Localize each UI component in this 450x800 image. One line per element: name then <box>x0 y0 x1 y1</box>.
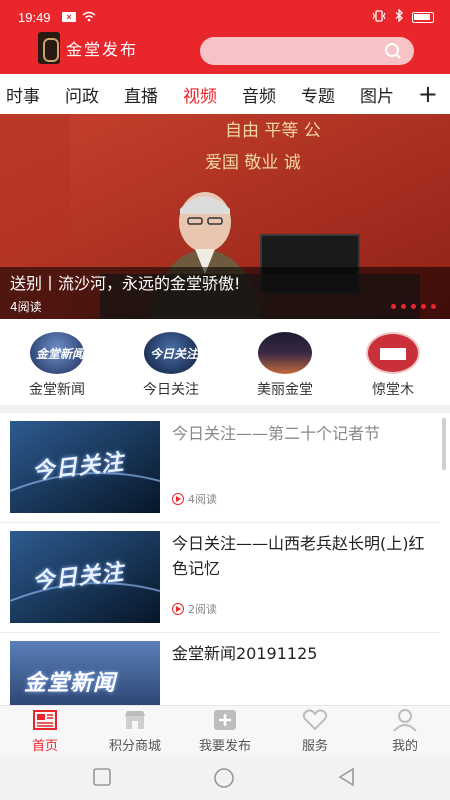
carousel-dot[interactable] <box>421 304 426 309</box>
carousel-dot[interactable] <box>411 304 416 309</box>
tab-wenzheng[interactable]: 问政 <box>65 82 118 107</box>
bottom-tab-label: 我的 <box>391 739 418 754</box>
category-tabs: 时事 问政 直播 视频 音频 专题 图片 + <box>0 74 450 114</box>
banner-reads: 4阅读 <box>10 300 42 314</box>
scrollbar[interactable] <box>442 418 446 470</box>
channel-beautiful-jintang-icon <box>258 332 312 374</box>
battery-icon <box>412 12 434 23</box>
bottom-tab-service[interactable]: 服务 <box>270 708 360 754</box>
status-bar: 19:49 × <box>0 0 450 34</box>
play-icon <box>172 603 184 615</box>
banner-carousel[interactable]: 自由 平等 公 爱国 敬业 诚 送别丨流沙河，永远的金堂骄傲! 4阅读 <box>0 114 450 319</box>
carousel-dot[interactable] <box>431 304 436 309</box>
bottom-tab-label: 我要发布 <box>198 739 251 754</box>
bottom-tab-publish[interactable]: 我要发布 <box>180 708 270 754</box>
bottom-tab-label: 积分商城 <box>108 739 161 754</box>
channel-today-focus-icon: 今日关注 <box>144 332 198 374</box>
channel-row: 金堂新闻 金堂新闻 今日关注 今日关注 美丽金堂 惊堂木 <box>0 326 450 406</box>
wifi-icon <box>82 11 96 26</box>
news-thumbnail: 今日关注 <box>10 421 160 513</box>
app-screen: 19:49 × 金堂发布 时事 问政 直播 视频 音频 专题 图片 + 自由 平… <box>0 0 450 800</box>
channel-label: 金堂新闻 <box>29 382 85 398</box>
banner-bg-text-2: 爱国 敬业 诚 <box>205 153 301 173</box>
carousel-dot[interactable] <box>401 304 406 309</box>
banner-title[interactable]: 送别丨流沙河，永远的金堂骄傲! <box>10 270 240 294</box>
thumbnail-text: 金堂新闻 <box>24 671 117 696</box>
system-nav-bar <box>0 755 450 800</box>
recent-apps-icon[interactable] <box>92 767 112 791</box>
heart-icon <box>302 708 328 732</box>
add-tab-icon[interactable]: + <box>418 80 438 108</box>
channel-today-focus[interactable]: 今日关注 今日关注 <box>126 332 216 399</box>
channel-jintang-news-icon: 金堂新闻 <box>30 332 84 374</box>
app-logo <box>38 32 60 64</box>
play-icon <box>172 493 184 505</box>
header: 19:49 × 金堂发布 <box>0 0 450 74</box>
news-thumbnail: 今日关注 <box>10 531 160 623</box>
brand: 金堂发布 <box>38 32 138 64</box>
home-circle-icon[interactable] <box>213 767 235 793</box>
channel-label: 惊堂木 <box>372 382 414 398</box>
banner-bg-text-1: 自由 平等 公 <box>225 121 321 141</box>
search-icon[interactable] <box>384 42 402 64</box>
home-news-icon <box>32 708 58 732</box>
bottom-tab-points-mall[interactable]: 积分商城 <box>90 708 180 754</box>
notification-icon: × <box>62 12 76 22</box>
svg-text:金堂新闻: 金堂新闻 <box>36 347 84 361</box>
svg-text:今日关注: 今日关注 <box>150 347 198 361</box>
channel-label: 今日关注 <box>143 382 199 398</box>
channel-jingtangmu[interactable]: 惊堂木 <box>348 332 438 399</box>
bottom-tab-label: 服务 <box>301 739 328 754</box>
tab-shipin[interactable]: 视频 <box>183 82 236 107</box>
tab-zhibo[interactable]: 直播 <box>124 82 177 107</box>
channel-label: 美丽金堂 <box>257 382 313 398</box>
bottom-tab-label: 首页 <box>31 739 58 754</box>
tab-shishi[interactable]: 时事 <box>6 82 59 107</box>
channel-beautiful-jintang[interactable]: 美丽金堂 <box>240 332 330 399</box>
search-bar[interactable] <box>200 37 414 65</box>
back-icon[interactable] <box>337 767 357 791</box>
status-icons <box>371 8 434 26</box>
carousel-dot[interactable] <box>391 304 396 309</box>
news-title[interactable]: 今日关注——山西老兵赵长明(上)红色记忆 <box>172 531 432 581</box>
tab-zhuanti[interactable]: 专题 <box>301 82 354 107</box>
vibrate-icon <box>371 9 387 26</box>
carousel-dots <box>391 304 436 309</box>
brand-name: 金堂发布 <box>66 40 139 59</box>
news-title[interactable]: 今日关注——第二十个记者节 <box>172 421 432 446</box>
news-meta: 2阅读 <box>172 601 217 617</box>
bluetooth-icon <box>395 8 404 26</box>
channel-jintang-news[interactable]: 金堂新闻 金堂新闻 <box>12 332 102 399</box>
news-reads: 2阅读 <box>188 603 217 616</box>
news-item[interactable]: 今日关注 今日关注——山西老兵赵长明(上)红色记忆 2阅读 <box>0 521 440 633</box>
bottom-tab-bar: 首页 积分商城 我要发布 服务 我的 <box>0 705 450 755</box>
news-meta: 4阅读 <box>172 491 217 507</box>
status-time: 19:49 <box>18 10 51 25</box>
bottom-tab-mine[interactable]: 我的 <box>360 708 450 754</box>
tab-tupian[interactable]: 图片 <box>360 82 413 107</box>
news-title[interactable]: 金堂新闻20191125 <box>172 641 432 666</box>
news-item[interactable]: 今日关注 今日关注——第二十个记者节 4阅读 <box>0 411 440 523</box>
store-icon <box>122 708 148 732</box>
bottom-tab-home[interactable]: 首页 <box>0 708 90 754</box>
channel-jingtangmu-icon <box>366 332 420 374</box>
user-icon <box>392 708 418 732</box>
tab-yinpin[interactable]: 音频 <box>242 82 295 107</box>
add-post-icon <box>212 708 238 732</box>
news-reads: 4阅读 <box>188 493 217 506</box>
